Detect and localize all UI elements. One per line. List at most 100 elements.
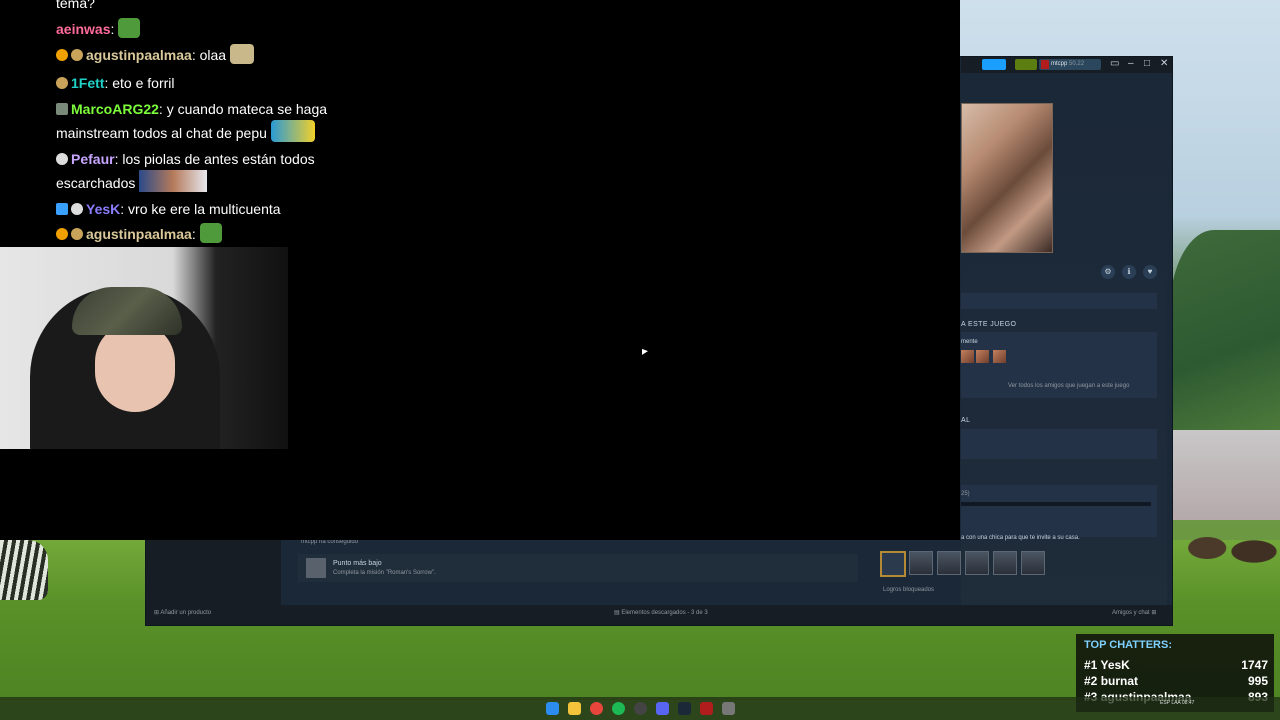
sub-badge-icon: [56, 49, 68, 61]
obs-icon[interactable]: [634, 702, 647, 715]
achievement-icon[interactable]: [1021, 551, 1045, 575]
chat-message: mainstream todos al chat de pepu: [56, 120, 356, 144]
chatter-count: 1747: [1241, 658, 1268, 672]
notifications-button[interactable]: [1015, 59, 1037, 70]
pepe-emote-icon: [199, 223, 222, 243]
achievement-description: Completa la misión "Roman's Sorrow".: [333, 570, 436, 576]
maximize-button[interactable]: □: [1144, 57, 1150, 71]
achievement-icon[interactable]: [993, 551, 1017, 575]
stream-overlay: tema? aeinwas: agustinpaalmaa: olaa 1Fet…: [0, 0, 960, 540]
minimize-button[interactable]: –: [1128, 57, 1134, 71]
chrome-icon[interactable]: [590, 702, 603, 715]
mouse-cursor-icon: [642, 348, 648, 358]
colon: :: [191, 47, 200, 63]
achievement-progress-bar: [961, 502, 1151, 506]
badge-icon: [56, 153, 68, 165]
chat-username[interactable]: YesK: [86, 201, 120, 217]
badge-icon: [56, 77, 68, 89]
tray-language[interactable]: ESP: [1160, 700, 1170, 706]
friend-avatar[interactable]: [993, 350, 1006, 363]
announcements-button[interactable]: [982, 59, 1006, 70]
achievement-icon[interactable]: [965, 551, 989, 575]
system-tray[interactable]: ESP LAA 08:47: [1160, 700, 1194, 706]
file-explorer-icon[interactable]: [568, 702, 581, 715]
chat-message: aeinwas:: [56, 18, 356, 40]
chat-text: escarchados: [56, 175, 136, 191]
tray-language-2: LAA: [1171, 700, 1181, 706]
settings-icon[interactable]: ⚙: [1101, 265, 1115, 279]
image-emote-icon: [139, 170, 208, 192]
info-icon[interactable]: ℹ: [1122, 265, 1136, 279]
chat-username[interactable]: Pefaur: [71, 151, 115, 167]
chat-message: Pefaur: los piolas de antes están todos: [56, 148, 356, 170]
chat-message: agustinpaalmaa:: [56, 223, 356, 245]
locked-achievements-label[interactable]: Logros bloqueados: [883, 587, 934, 593]
badge-icon: [56, 103, 68, 115]
chatter-name: burnat: [1100, 674, 1139, 688]
see-all-friends-link[interactable]: Ver todos los amigos que juegan a este j…: [1008, 383, 1129, 389]
discord-icon[interactable]: [656, 702, 669, 715]
game-icon[interactable]: [700, 702, 713, 715]
chatter-rank: #2: [1084, 674, 1098, 688]
chat-username[interactable]: aeinwas: [56, 21, 110, 37]
monitor-icon[interactable]: ▭: [1110, 57, 1119, 71]
badge-icon: [71, 228, 83, 240]
friends-chat-label: Amigos y chat: [1112, 610, 1150, 616]
heart-icon[interactable]: ♥: [1143, 265, 1157, 279]
app-icon[interactable]: [722, 702, 735, 715]
chat-text: mainstream todos al chat de pepu: [56, 125, 267, 141]
wallet-balance: 50,22: [1069, 61, 1085, 67]
username: mtcpp: [1051, 61, 1068, 67]
user-menu-button[interactable]: mtcpp 50,22: [1039, 59, 1101, 70]
chat-message: YesK: vro ke ere la multicuenta: [56, 198, 356, 220]
chat-message: escarchados: [56, 170, 356, 194]
friends-chat-button[interactable]: Amigos y chat ⊞: [1112, 609, 1156, 616]
close-button[interactable]: ✕: [1160, 57, 1168, 71]
friend-avatar[interactable]: [976, 350, 989, 363]
friend-avatar[interactable]: [961, 350, 974, 363]
achievement-card[interactable]: [298, 554, 858, 582]
chat-username[interactable]: agustinpaalmaa: [86, 226, 192, 242]
achievement-icon[interactable]: [880, 551, 906, 577]
minion-emote-icon: [270, 120, 315, 142]
panel-bar: [961, 293, 1157, 309]
section-panel: [961, 429, 1157, 459]
chat-message: MarcoARG22: y cuando mateca se haga: [56, 98, 356, 120]
spotify-icon[interactable]: [612, 702, 625, 715]
tray-clock[interactable]: 08:47: [1182, 700, 1195, 706]
achievements-panel: [961, 485, 1157, 537]
chatter-count: 995: [1247, 674, 1268, 688]
chatter-entry: #2 burnat: [1084, 674, 1138, 688]
streamer-cap: [72, 287, 182, 335]
chat-text: vro ke ere la multicuenta: [128, 201, 281, 217]
chat-username[interactable]: agustinpaalmaa: [86, 47, 192, 63]
friends-sub: mente: [961, 339, 978, 345]
pepe-emote-icon: [118, 18, 141, 38]
steam-icon[interactable]: [678, 702, 691, 715]
chat-username[interactable]: MarcoARG22: [71, 101, 159, 117]
chat-message: agustinpaalmaa: olaa: [56, 44, 356, 66]
colon: :: [158, 101, 167, 117]
chat-text: tema?: [56, 0, 95, 11]
chat-text: eto e forril: [112, 75, 175, 91]
downloads-status-button[interactable]: ▤ Elementos descargados - 3 de 3: [614, 609, 708, 616]
chatter-rank: #1: [1084, 658, 1098, 672]
friends-section-title: A ESTE JUEGO: [961, 321, 1017, 328]
downloads-label: Elementos descargados - 3 de 3: [621, 610, 708, 616]
chat-username[interactable]: 1Fett: [71, 75, 104, 91]
chat-message: tema?: [56, 0, 356, 14]
windows-start-icon[interactable]: [546, 702, 559, 715]
colon: :: [191, 226, 200, 242]
achievement-icon[interactable]: [909, 551, 933, 575]
avatar: [1041, 60, 1049, 69]
achievement-desc-partial: a con una chica para que te invite a su …: [961, 535, 1080, 541]
badge-icon: [71, 203, 83, 215]
colon: :: [110, 21, 119, 37]
add-product-button[interactable]: ⊞ Añadir un producto: [154, 609, 211, 616]
achievement-progress-text: 25): [961, 491, 970, 497]
chatter-name: YesK: [1100, 658, 1130, 672]
achievement-icon[interactable]: [937, 551, 961, 575]
chat-text: y cuando mateca se haga: [166, 101, 328, 117]
achievement-title: Punto más bajo: [333, 560, 382, 567]
wallpaper-animals: [1176, 520, 1280, 590]
